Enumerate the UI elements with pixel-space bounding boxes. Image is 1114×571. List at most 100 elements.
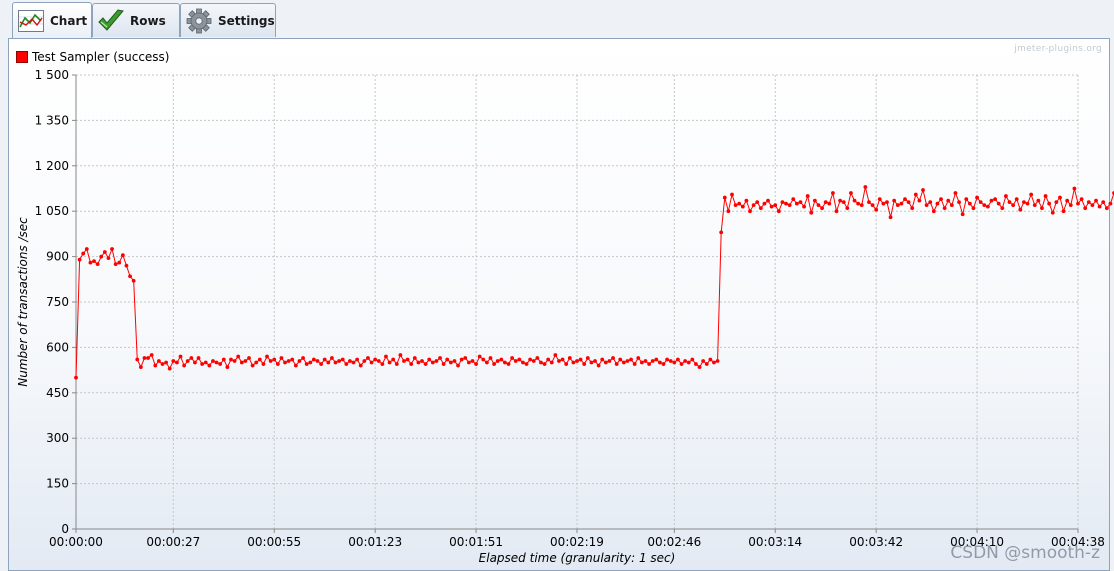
data-point	[81, 251, 86, 256]
data-point	[481, 357, 486, 362]
y-tick-label: 1 200	[35, 159, 69, 173]
data-point	[899, 201, 904, 206]
data-point	[1004, 194, 1008, 198]
y-tick-label: 750	[46, 295, 69, 309]
data-point	[409, 362, 414, 366]
data-point	[376, 359, 381, 363]
data-point	[593, 359, 597, 363]
data-point	[290, 357, 295, 362]
data-point	[820, 206, 824, 211]
data-point	[668, 359, 673, 363]
data-point	[856, 201, 861, 206]
data-point	[355, 357, 360, 362]
data-point	[416, 360, 421, 365]
data-point	[614, 362, 619, 366]
data-point	[632, 362, 637, 366]
data-point	[708, 357, 713, 362]
data-point	[503, 360, 507, 365]
data-point	[733, 203, 738, 208]
data-point	[982, 203, 987, 208]
y-tick-label: 900	[46, 250, 69, 264]
data-point	[787, 203, 792, 208]
data-point	[185, 359, 190, 363]
data-point	[1043, 194, 1048, 198]
data-point	[337, 359, 342, 363]
data-point	[438, 356, 442, 360]
data-point	[845, 206, 850, 211]
data-point	[643, 359, 648, 363]
data-point	[679, 362, 684, 366]
x-tick-label: 00:03:14	[748, 535, 802, 549]
data-point	[311, 357, 316, 362]
data-point	[477, 354, 482, 359]
data-point	[196, 356, 201, 360]
data-point	[373, 357, 378, 362]
data-point	[1040, 206, 1044, 211]
data-point	[1022, 200, 1026, 205]
data-point	[1086, 200, 1091, 205]
data-point	[647, 362, 651, 366]
data-point	[1000, 206, 1005, 211]
data-point	[319, 362, 323, 366]
data-point	[903, 197, 907, 201]
data-point	[553, 353, 558, 357]
data-point	[1058, 195, 1062, 200]
data-point	[910, 206, 915, 211]
data-point	[812, 198, 817, 203]
data-point	[993, 197, 997, 201]
data-point	[852, 198, 857, 203]
data-point	[254, 360, 259, 365]
data-point	[762, 201, 767, 206]
data-point	[283, 360, 287, 365]
data-point	[827, 201, 832, 206]
data-point	[784, 201, 788, 206]
data-point	[1061, 209, 1066, 214]
data-point	[560, 357, 565, 362]
x-axis-label: Elapsed time (granularity: 1 sec)	[479, 551, 676, 565]
data-point	[387, 360, 392, 365]
data-point	[1007, 200, 1012, 205]
data-point	[315, 359, 320, 363]
data-point	[589, 360, 594, 365]
y-tick-label: 1 500	[35, 68, 69, 82]
data-point	[913, 192, 918, 197]
data-point	[722, 195, 727, 200]
data-point	[160, 362, 165, 366]
data-point	[146, 356, 150, 360]
data-point	[326, 360, 331, 365]
data-point	[225, 365, 230, 369]
data-point	[726, 209, 731, 214]
data-point	[1094, 198, 1098, 203]
data-point	[394, 362, 399, 366]
data-point	[474, 362, 478, 366]
data-point	[517, 357, 522, 362]
data-point	[427, 357, 432, 362]
data-point	[358, 363, 363, 368]
data-point	[1108, 201, 1113, 206]
data-point	[484, 360, 489, 365]
data-point	[157, 359, 161, 363]
data-point	[600, 357, 605, 362]
data-point	[888, 215, 893, 220]
data-point	[178, 354, 183, 359]
data-point	[495, 359, 500, 363]
data-point	[953, 191, 958, 195]
data-point	[661, 362, 666, 366]
data-point	[906, 200, 911, 205]
data-point	[967, 201, 972, 206]
data-point	[344, 362, 349, 366]
data-point	[524, 362, 529, 366]
data-point	[412, 356, 417, 360]
line-chart: 0 150 300 450 600 750 900 1 050 1 200 1 350 1 500 0…	[16, 68, 1114, 565]
data-point	[931, 209, 936, 214]
data-point	[301, 356, 305, 360]
data-point	[528, 357, 533, 362]
data-point	[333, 360, 338, 365]
y-tick-label: 1 350	[35, 113, 69, 127]
data-point	[791, 197, 796, 201]
data-point	[384, 354, 388, 359]
data-point	[672, 360, 677, 365]
data-point	[960, 212, 965, 217]
data-point	[1072, 186, 1077, 191]
data-point	[877, 197, 882, 201]
